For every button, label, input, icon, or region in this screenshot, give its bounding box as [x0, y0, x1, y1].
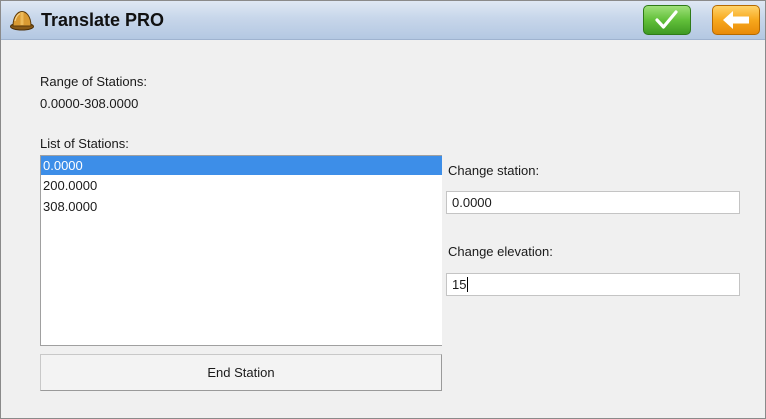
change-elevation-input[interactable]: 15: [446, 273, 740, 296]
translate-pro-window: Translate PRO Range of Stations: 0.0000-…: [0, 0, 766, 419]
checkmark-icon: [655, 10, 678, 29]
list-item[interactable]: 0.0000: [41, 156, 442, 175]
change-elevation-label: Change elevation:: [448, 244, 553, 259]
change-station-input[interactable]: 0.0000: [446, 191, 740, 214]
end-station-button[interactable]: End Station: [40, 354, 442, 391]
change-station-value: 0.0000: [452, 195, 492, 210]
change-station-label: Change station:: [448, 163, 540, 178]
arrow-left-icon: [723, 11, 749, 29]
back-button[interactable]: [712, 5, 760, 35]
text-caret: [467, 277, 469, 293]
list-of-stations-label: List of Stations:: [40, 136, 129, 151]
stations-listbox[interactable]: 0.0000 200.0000 308.0000: [40, 155, 442, 346]
list-item[interactable]: 308.0000: [41, 196, 442, 217]
window-title: Translate PRO: [41, 10, 165, 30]
list-item[interactable]: 200.0000: [41, 175, 442, 196]
change-elevation-value: 15: [452, 277, 467, 292]
title-bar: Translate PRO: [1, 1, 765, 40]
accept-button[interactable]: [643, 5, 691, 35]
hard-hat-icon: [10, 10, 34, 31]
range-of-stations-label: Range of Stations:: [40, 74, 147, 89]
range-of-stations-value: 0.0000-308.0000: [40, 96, 139, 111]
